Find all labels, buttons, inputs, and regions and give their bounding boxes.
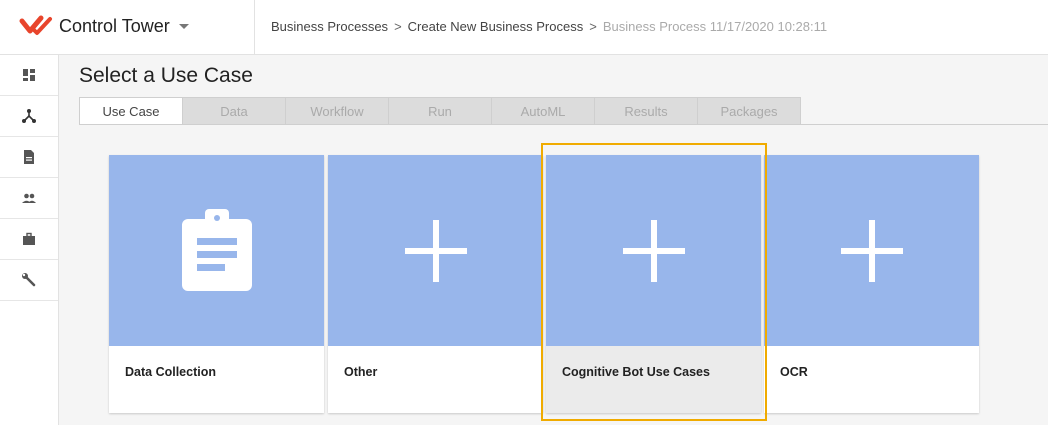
card-label: Data Collection	[125, 365, 216, 379]
tab-data[interactable]: Data	[183, 97, 286, 125]
top-bar: Control Tower Business Processes > Creat…	[0, 0, 1048, 55]
use-case-card-other[interactable]: Other	[328, 155, 543, 413]
plus-icon	[404, 219, 467, 282]
sidebar-item-dashboard[interactable]	[0, 55, 58, 96]
tab-workflow[interactable]: Workflow	[286, 97, 389, 125]
breadcrumb-create-new-business-process[interactable]: Create New Business Process	[408, 19, 584, 34]
breadcrumb-current: Business Process 11/17/2020 10:28:11	[602, 19, 828, 34]
app-title: Control Tower	[59, 16, 170, 36]
breadcrumb-business-processes[interactable]: Business Processes	[271, 19, 388, 34]
card-label: Other	[344, 365, 378, 379]
use-case-card-data-collection[interactable]: Data Collection	[109, 155, 324, 413]
document-icon	[24, 150, 34, 164]
plus-icon	[840, 219, 903, 282]
tab-automl[interactable]: AutoML	[492, 97, 595, 125]
app-switcher[interactable]: Control Tower	[0, 0, 255, 55]
tab-run[interactable]: Run	[389, 97, 492, 125]
briefcase-icon	[23, 232, 35, 245]
card-media	[328, 155, 543, 346]
sidebar	[0, 55, 59, 425]
tab-bar: Use Case Data Workflow Run AutoML Result…	[79, 97, 801, 125]
chevron-right-icon: >	[589, 19, 597, 34]
sidebar-item-process[interactable]	[0, 96, 58, 137]
card-label: OCR	[780, 365, 808, 379]
selection-highlight	[541, 143, 767, 421]
chevron-right-icon: >	[394, 19, 402, 34]
page-title: Select a Use Case	[79, 64, 253, 87]
tab-divider	[79, 124, 1048, 125]
control-tower-logo-icon	[19, 15, 52, 35]
tab-packages[interactable]: Packages	[698, 97, 801, 125]
sidebar-item-settings[interactable]	[0, 260, 58, 301]
card-media	[764, 155, 979, 346]
process-flow-icon	[22, 109, 36, 123]
people-icon	[22, 193, 36, 203]
breadcrumb: Business Processes > Create New Business…	[271, 19, 827, 34]
chevron-down-icon[interactable]	[179, 24, 189, 29]
clipboard-icon	[181, 208, 252, 291]
sidebar-item-users[interactable]	[0, 178, 58, 219]
sidebar-item-documents[interactable]	[0, 137, 58, 178]
card-media	[109, 155, 324, 346]
tab-results[interactable]: Results	[595, 97, 698, 125]
dashboard-icon	[23, 69, 35, 81]
sidebar-item-packages[interactable]	[0, 219, 58, 260]
use-case-card-ocr[interactable]: OCR	[764, 155, 979, 413]
wrench-icon	[22, 273, 36, 287]
tab-use-case[interactable]: Use Case	[79, 97, 183, 125]
